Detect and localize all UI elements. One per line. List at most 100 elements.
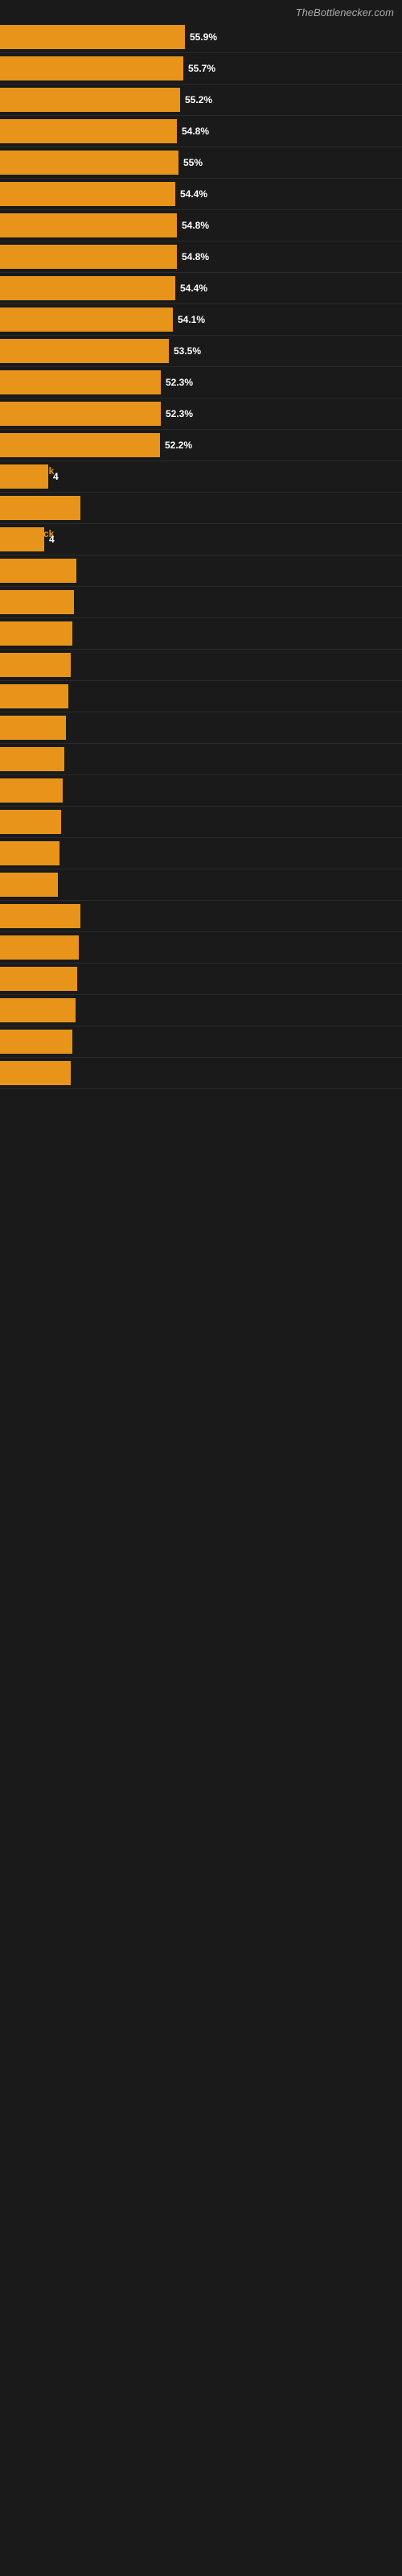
bar-label-6: Bottleneck result [5,220,83,231]
bar-container-9: Bottleneck result 54.1% [0,308,402,332]
bar-container-3: Bottleneck result54.8% [0,119,402,143]
bar-row-13: Bottleneck result52.2% [0,430,402,461]
bar-label-1: Bottleneck result [5,63,83,74]
bar-row-5: Bottleneck result54.4% [0,179,402,210]
bar-row-23: Bottleneck result [0,744,402,775]
bar-container-25: Bottleneck result [0,810,402,834]
bar-row-24: Bottleneck result [0,775,402,807]
bar-value-16: 4 [49,534,55,545]
bar-value-6: 54.8% [182,220,209,231]
bar-fill-18: Bottleneck result [0,590,74,614]
bar-value-13: 52.2% [165,440,192,451]
bar-container-2: Bottleneck result55.2% [0,88,402,112]
bar-label-8: Bottleneck result [5,283,83,294]
bar-container-12: Bottleneck result 52.3% [0,402,402,426]
bar-row-15: Bottleneck result [0,493,402,524]
bar-row-11: Bottleneck result 52.3% [0,367,402,398]
bar-row-21: Bottleneck result [0,681,402,712]
bar-container-26: Bottleneck result [0,841,402,865]
bar-fill-8: Bottleneck result [0,276,175,300]
bar-row-0: Bottleneck result55.9% [0,22,402,53]
bar-fill-33: Bottleneck result [0,1061,71,1085]
bar-value-11: 52.3% [166,377,193,388]
bar-fill-6: Bottleneck result [0,213,177,237]
bar-value-4: 55% [183,157,203,168]
bar-container-5: Bottleneck result54.4% [0,182,402,206]
bar-container-29: Bottleneck result [0,935,402,960]
bar-container-18: Bottleneck result [0,590,402,614]
bar-label-17: Bottleneck result [5,559,76,582]
bar-row-16: Bottleneck result 4 [0,524,402,555]
bar-label-26: Bottleneck result [5,842,59,865]
bar-label-33: Bottleneck result [5,1062,71,1084]
bar-row-6: Bottleneck result 54.8% [0,210,402,242]
bar-row-32: Bottleneck result [0,1026,402,1058]
bar-container-24: Bottleneck result [0,778,402,803]
bar-label-22: Bottleneck result [5,716,66,739]
bar-value-7: 54.8% [182,251,209,262]
bar-row-18: Bottleneck result [0,587,402,618]
bar-row-22: Bottleneck result [0,712,402,744]
bar-value-10: 53.5% [174,345,201,357]
bar-label-15: Bottleneck result [5,497,80,519]
bar-row-7: Bottleneck result 54.8% [0,242,402,273]
bars-container: Bottleneck result55.9%Bottleneck result5… [0,22,402,1089]
bar-fill-7: Bottleneck result [0,245,177,269]
bar-label-4: Bottleneck result [5,157,83,168]
bar-value-12: 52.3% [166,408,193,419]
bar-container-8: Bottleneck result54.4% [0,276,402,300]
header: TheBottlenecker.com [0,0,402,22]
bar-container-32: Bottleneck result [0,1030,402,1054]
bar-container-11: Bottleneck result 52.3% [0,370,402,394]
bar-container-27: Bottleneck result [0,873,402,897]
bar-label-31: Bottleneck result [5,999,76,1022]
bar-row-1: Bottleneck result 55.7% [0,53,402,85]
bar-fill-17: Bottleneck result [0,559,76,583]
bar-row-14: Bottleneck result4 [0,461,402,493]
bar-fill-12: Bottleneck result [0,402,161,426]
bar-label-25: Bottleneck result [5,811,61,833]
bar-label-29: Bottleneck result [5,936,79,959]
bar-container-23: Bottleneck result [0,747,402,771]
bar-row-26: Bottleneck result [0,838,402,869]
bar-value-3: 54.8% [182,126,209,137]
bar-label-0: Bottleneck result [5,31,83,43]
bar-row-20: Bottleneck result [0,650,402,681]
bar-container-28: Bottleneck result [0,904,402,928]
bar-fill-1: Bottleneck result [0,56,183,80]
bar-row-12: Bottleneck result 52.3% [0,398,402,430]
bar-value-9: 54.1% [178,314,205,325]
bar-container-15: Bottleneck result [0,496,402,520]
bar-container-0: Bottleneck result55.9% [0,25,402,49]
bar-fill-22: Bottleneck result [0,716,66,740]
bar-row-9: Bottleneck result 54.1% [0,304,402,336]
bar-label-5: Bottleneck result [5,188,83,200]
bar-value-1: 55.7% [188,63,215,74]
bar-container-31: Bottleneck result [0,998,402,1022]
bar-fill-21: Bottleneck result [0,684,68,708]
bar-fill-32: Bottleneck result [0,1030,72,1054]
bar-fill-9: Bottleneck result [0,308,173,332]
bar-container-7: Bottleneck result 54.8% [0,245,402,269]
bar-row-30: Bottleneck result [0,964,402,995]
bar-label-18: Bottleneck result [5,591,74,613]
bar-row-8: Bottleneck result54.4% [0,273,402,304]
bar-label-11: Bottleneck result [5,377,83,388]
bar-fill-15: Bottleneck result [0,496,80,520]
bar-label-21: Bottleneck result [5,685,68,708]
bar-label-12: Bottleneck result [5,408,83,419]
bar-container-20: Bottleneck result [0,653,402,677]
bar-container-4: Bottleneck result 55% [0,151,402,175]
bar-container-17: Bottleneck result [0,559,402,583]
bar-row-2: Bottleneck result55.2% [0,85,402,116]
bar-fill-31: Bottleneck result [0,998,76,1022]
bar-row-33: Bottleneck result [0,1058,402,1089]
bar-label-14: Bottleneck result [5,465,54,488]
bar-label-24: Bottleneck result [5,779,63,802]
bar-value-2: 55.2% [185,94,212,105]
bar-fill-27: Bottleneck result [0,873,58,897]
bar-fill-16: Bottleneck result [0,527,44,551]
bar-fill-4: Bottleneck result [0,151,178,175]
bar-fill-0: Bottleneck result [0,25,185,49]
bar-fill-5: Bottleneck result [0,182,175,206]
